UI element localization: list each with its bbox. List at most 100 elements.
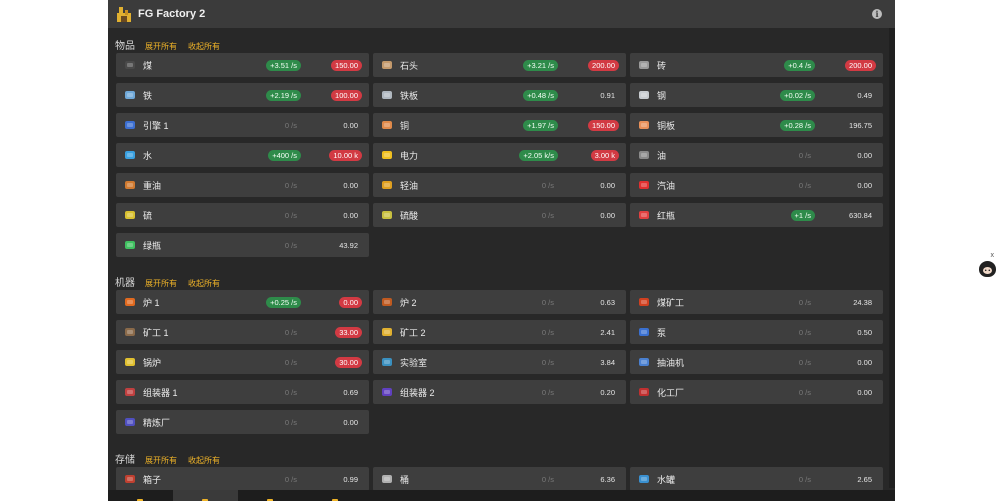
resource-card[interactable]: 实验室 0 /s 3.84 <box>373 350 626 374</box>
count-badge: 0.00 <box>343 181 358 190</box>
resource-card[interactable]: 油 0 /s 0.00 <box>630 143 883 167</box>
count-badge: 0.99 <box>343 475 358 484</box>
resource-card[interactable]: 电力 +2.05 k/s 3.00 k <box>373 143 626 167</box>
resource-card[interactable]: 汽油 0 /s 0.00 <box>630 173 883 197</box>
resource-card[interactable]: 红瓶 +1 /s 630.84 <box>630 203 883 227</box>
count-badge: 0.00 <box>343 121 358 130</box>
barrel-icon <box>380 472 394 486</box>
resource-name: 铁板 <box>400 90 419 101</box>
resource-grid: 炉 1 +0.25 /s 0.00 炉 20 /s 0.63 煤矿工 0 /s 24.38 矿工… <box>116 290 883 434</box>
resource-card[interactable]: 炉 1 +0.25 /s 0.00 <box>116 290 369 314</box>
resource-card[interactable]: 铜板 +0.28 /s 196.75 <box>630 113 883 137</box>
count-badge: 0.00 <box>343 418 358 427</box>
scrollbar[interactable] <box>889 28 895 488</box>
expand-all-link[interactable]: 展开所有 <box>145 455 177 466</box>
rate-badge: +1 /s <box>790 210 815 221</box>
rate-badge: 0 /s <box>541 328 554 337</box>
rate-badge: 0 /s <box>284 358 297 367</box>
resource-card[interactable]: 石头 +3.21 /s 200.00 <box>373 53 626 77</box>
rate-badge: +0.02 /s <box>780 90 815 101</box>
resource-card[interactable]: 箱子 0 /s 0.99 <box>116 467 369 491</box>
count-badge: 3.00 k <box>590 150 619 161</box>
count-badge: 0.00 <box>857 151 872 160</box>
collapse-all-link[interactable]: 收起所有 <box>188 455 220 466</box>
resource-card[interactable]: 化工厂 0 /s 0.00 <box>630 380 883 404</box>
resource-card[interactable]: 引擎 1 0 /s 0.00 <box>116 113 369 137</box>
section-header: 存储 展开所有 收起所有 <box>115 451 231 466</box>
resource-card[interactable]: 桶 0 /s 6.36 <box>373 467 626 491</box>
resource-name: 引擎 1 <box>143 120 169 131</box>
resource-card[interactable]: 组装器 1 0 /s 0.69 <box>116 380 369 404</box>
resource-card[interactable]: 组装器 2 0 /s 0.20 <box>373 380 626 404</box>
resource-card[interactable]: 砖 +0.4 /s 200.00 <box>630 53 883 77</box>
count-badge: 0.00 <box>339 297 362 308</box>
iron-plate-icon <box>380 88 394 102</box>
rate-badge: 0 /s <box>284 475 297 484</box>
rate-badge: 0 /s <box>798 358 811 367</box>
resource-card[interactable]: 精炼厂 0 /s 0.00 <box>116 410 369 434</box>
resource-card[interactable]: 煤 +3.51 /s 150.00 <box>116 53 369 77</box>
collapse-all-link[interactable]: 收起所有 <box>188 278 220 289</box>
resource-card[interactable]: 钢 +0.02 /s 0.49 <box>630 83 883 107</box>
close-icon[interactable]: x <box>991 252 995 259</box>
rate-badge: 0 /s <box>798 475 811 484</box>
resource-card[interactable]: 硫 0 /s 0.00 <box>116 203 369 227</box>
resource-card[interactable]: 水 +400 /s 10.00 k <box>116 143 369 167</box>
collapse-all-link[interactable]: 收起所有 <box>188 41 220 52</box>
count-badge: 24.38 <box>853 298 872 307</box>
brick-icon <box>637 58 651 72</box>
coal-miner-icon <box>637 295 651 309</box>
count-badge: 33.00 <box>335 327 362 338</box>
resource-card[interactable]: 重油 0 /s 0.00 <box>116 173 369 197</box>
stone-icon <box>380 58 394 72</box>
pumpjack-icon <box>637 355 651 369</box>
resource-card[interactable]: 矿工 10 /s 33.00 <box>116 320 369 344</box>
gasoline-icon <box>637 178 651 192</box>
electricity-icon <box>380 148 394 162</box>
section-title: 机器 <box>115 278 135 289</box>
rate-badge: 0 /s <box>284 181 297 190</box>
octocat-icon[interactable] <box>979 261 996 277</box>
count-badge: 150.00 <box>331 60 362 71</box>
furnace-2-icon <box>380 295 394 309</box>
resource-card[interactable]: 抽油机 0 /s 0.00 <box>630 350 883 374</box>
rate-badge: +0.4 /s <box>784 60 815 71</box>
sulfur-icon <box>123 208 137 222</box>
bottom-tab-bar <box>108 490 895 501</box>
count-badge: 100.00 <box>331 90 362 101</box>
count-badge: 0.00 <box>600 211 615 220</box>
resource-name: 硫酸 <box>400 210 419 221</box>
resource-card[interactable]: 矿工 2 0 /s 2.41 <box>373 320 626 344</box>
heavy-oil-icon <box>123 178 137 192</box>
resource-name: 汽油 <box>657 180 676 191</box>
resource-card[interactable]: 绿瓶 0 /s 43.92 <box>116 233 369 257</box>
boiler-icon <box>123 355 137 369</box>
resource-card[interactable]: 铁 +2.19 /s 100.00 <box>116 83 369 107</box>
rate-badge: 0 /s <box>284 211 297 220</box>
resource-card[interactable]: 泵 0 /s 0.50 <box>630 320 883 344</box>
tab-resources[interactable] <box>108 490 173 501</box>
resource-card[interactable]: 水罐 0 /s 2.65 <box>630 467 883 491</box>
tab-settings[interactable] <box>303 490 368 501</box>
rate-badge: +3.51 /s <box>266 60 301 71</box>
resource-card[interactable]: 轻油 0 /s 0.00 <box>373 173 626 197</box>
expand-all-link[interactable]: 展开所有 <box>145 41 177 52</box>
gear-icon <box>330 493 340 501</box>
resource-card[interactable]: 硫酸 0 /s 0.00 <box>373 203 626 227</box>
steel-icon <box>637 88 651 102</box>
tab-grid[interactable] <box>238 490 303 501</box>
resource-name: 实验室 <box>400 357 428 368</box>
tab-factory[interactable] <box>173 490 238 501</box>
resource-card[interactable]: 铜 +1.97 /s 150.00 <box>373 113 626 137</box>
rate-badge: 0 /s <box>284 388 297 397</box>
resource-card[interactable]: 锅炉 0 /s 30.00 <box>116 350 369 374</box>
info-icon[interactable]: i <box>872 9 882 19</box>
count-badge: 200.00 <box>845 60 876 71</box>
resource-card[interactable]: 炉 2 0 /s 0.63 <box>373 290 626 314</box>
engine-icon <box>123 118 137 132</box>
resource-card[interactable]: 铁板 +0.48 /s 0.91 <box>373 83 626 107</box>
expand-all-link[interactable]: 展开所有 <box>145 278 177 289</box>
resource-card[interactable]: 煤矿工 0 /s 24.38 <box>630 290 883 314</box>
count-badge: 0.63 <box>600 298 615 307</box>
resource-name: 矿工 2 <box>400 327 426 338</box>
